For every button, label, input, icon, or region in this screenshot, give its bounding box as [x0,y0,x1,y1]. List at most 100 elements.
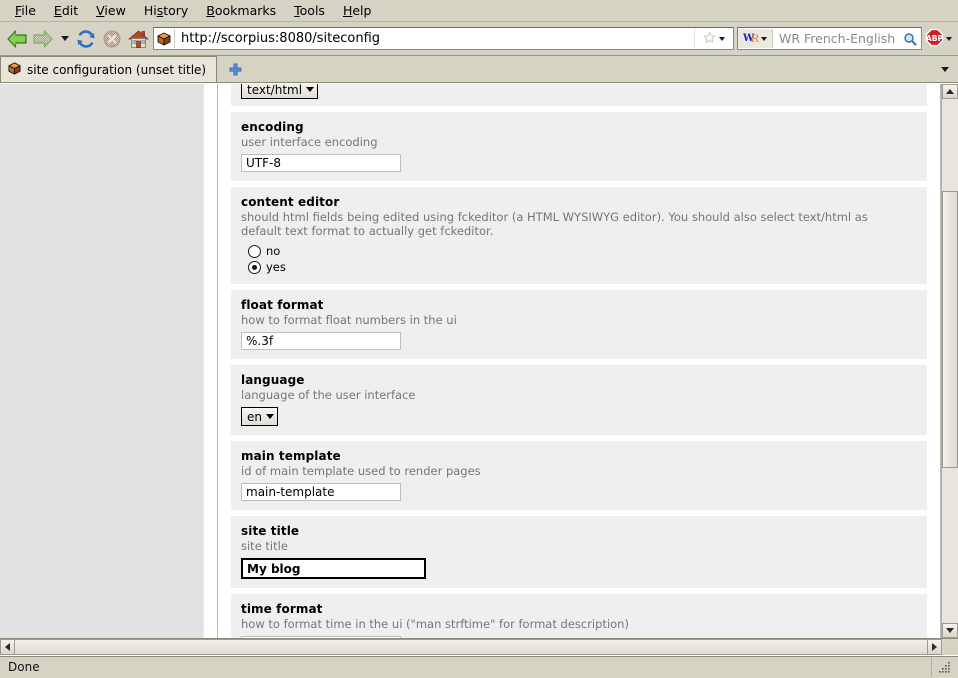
site-config-form: text/html encoding user interface encodi… [217,84,941,638]
adblock-dropdown-icon[interactable] [946,36,952,41]
list-all-tabs-button[interactable] [936,60,954,78]
bookmark-dropdown-icon[interactable] [719,36,725,41]
arrow-left-icon [5,643,10,651]
reload-icon[interactable] [73,26,99,52]
forward-arrow-icon [30,26,56,52]
language-value: en [247,409,262,424]
encoding-input[interactable]: UTF-8 [241,154,401,172]
page-left-panel [0,84,204,638]
language-select[interactable]: en [241,407,278,426]
field-group-float-format: float format how to format float numbers… [231,290,927,359]
navigation-toolbar: http://scorpius:8080/siteconfig W R WR F… [0,22,958,56]
field-description: id of main template used to render pages [241,464,481,478]
browser-window: File Edit View History Bookmarks Tools H… [0,0,958,678]
status-text: Done [8,660,40,674]
home-icon[interactable] [125,26,151,52]
arrow-right-icon [932,643,937,651]
radio-button-selected[interactable] [248,260,261,274]
back-arrow-icon[interactable] [4,26,30,52]
radio-button[interactable] [248,244,261,258]
field-label: main template [241,449,341,463]
field-description: how to format time in the ui ("man strft… [241,617,629,631]
adblock-plus-button[interactable]: ABP [925,28,954,50]
tab-label: site configuration (unset title) [27,62,207,77]
menu-item-tools[interactable]: Tools [285,1,334,20]
field-group-time-format: time format how to format time in the ui… [231,594,927,638]
vertical-scroll-track[interactable] [942,99,958,623]
field-label: language [241,373,305,387]
scroll-right-button[interactable] [927,639,942,655]
radio-label: yes [266,260,286,274]
menu-item-bookmarks[interactable]: Bookmarks [197,1,285,20]
field-description: language of the user interface [241,388,416,402]
field-description: how to format float numbers in the ui [241,313,457,327]
search-engine-dropdown-icon[interactable] [761,36,767,41]
status-bar: Done [0,655,958,678]
site-title-input[interactable]: My blog [241,558,426,579]
menu-item-file[interactable]: File [6,1,45,20]
scroll-down-button[interactable] [942,623,958,638]
plus-icon [229,63,242,76]
field-label: content editor [241,195,340,209]
chevron-down-icon[interactable] [266,414,274,419]
magnifier-icon[interactable] [899,32,921,46]
tab-site-configuration[interactable]: site configuration (unset title) [0,56,218,82]
menu-item-help[interactable]: Help [334,1,381,20]
field-label: float format [241,298,324,312]
menu-item-view[interactable]: View [87,1,135,20]
vertical-scroll-thumb[interactable] [942,190,958,469]
url-text[interactable]: http://scorpius:8080/siteconfig [175,31,694,46]
text-format-value: text/html [247,84,303,97]
star-icon[interactable] [703,31,716,47]
chevron-down-icon[interactable] [306,87,315,92]
vertical-scrollbar[interactable] [941,84,958,638]
web-page: text/html encoding user interface encodi… [0,84,941,638]
new-tab-button[interactable] [217,57,253,82]
menu-item-edit[interactable]: Edit [45,1,87,20]
arrow-up-icon [946,89,954,94]
field-group-language: language language of the user interface … [231,365,927,435]
radio-option-yes[interactable]: yes [248,259,917,275]
field-description: user interface encoding [241,135,378,149]
scroll-up-button[interactable] [942,84,958,99]
field-label: time format [241,602,323,616]
menu-item-history[interactable]: History [135,1,197,20]
page-gutter [204,84,217,638]
radio-option-no[interactable]: no [248,243,917,259]
horizontal-scrollbar[interactable] [0,638,958,655]
bookmark-controls[interactable] [694,29,733,48]
text-format-select[interactable]: text/html [241,84,319,99]
chevron-down-icon[interactable] [941,66,949,72]
arrow-down-icon [946,628,954,633]
tab-strip: site configuration (unset title) [0,56,958,83]
float-format-input[interactable]: %.3f [241,332,401,350]
adblock-plus-icon[interactable]: ABP [925,28,944,50]
field-group-site-title: site title site title My blog [231,516,927,588]
field-description: site title [241,539,288,553]
resize-grip-icon[interactable] [931,657,958,677]
scroll-left-button[interactable] [0,639,15,655]
time-format-input[interactable]: %H:%M [241,636,401,638]
field-group-content-editor: content editor should html fields being … [231,187,927,284]
svg-text:ABP: ABP [926,33,944,42]
wordreference-icon: W R [742,31,759,47]
cube-favicon [8,62,21,78]
menu-bar: File Edit View History Bookmarks Tools H… [0,0,958,22]
search-bar[interactable]: W R WR French-English [737,27,922,50]
svg-text:R: R [750,31,759,43]
url-bar[interactable]: http://scorpius:8080/siteconfig [153,27,734,50]
history-dropdown-icon[interactable] [56,26,73,52]
content-area: text/html encoding user interface encodi… [0,83,958,638]
field-group-main-template: main template id of main template used t… [231,441,927,510]
form-fields-container: text/html encoding user interface encodi… [218,84,940,638]
main-template-input[interactable]: main-template [241,483,401,501]
search-input[interactable]: WR French-English [773,31,899,46]
field-label: site title [241,524,300,538]
cube-favicon [154,29,175,48]
field-label: encoding [241,120,304,134]
field-group-partial: text/html [231,84,927,106]
search-engine-selector[interactable]: W R [738,29,773,48]
radio-label: no [266,244,281,258]
horizontal-scroll-track[interactable] [15,639,927,655]
field-group-encoding: encoding user interface encoding UTF-8 [231,112,927,181]
